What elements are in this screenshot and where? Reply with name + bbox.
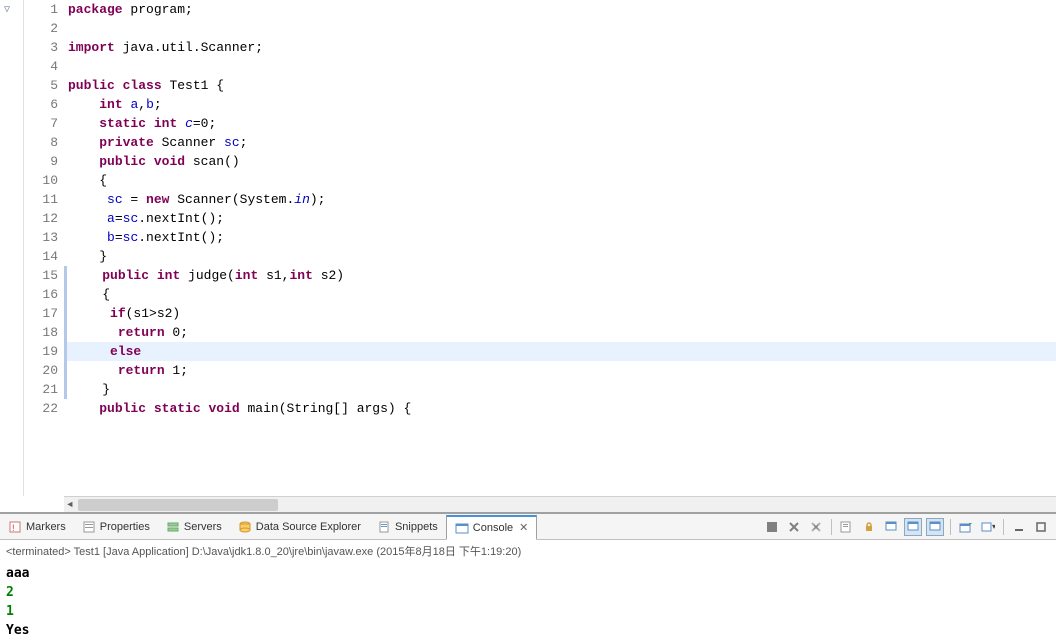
line-number: 15: [24, 266, 58, 285]
markers-icon: !: [8, 520, 22, 534]
line-number: 12: [24, 209, 58, 228]
tab-servers[interactable]: Servers: [158, 514, 230, 539]
close-icon[interactable]: ✕: [519, 521, 528, 534]
toolbar-separator: [950, 519, 951, 535]
code-line[interactable]: [64, 19, 1056, 38]
line-number: 18: [24, 323, 58, 342]
tab-markers[interactable]: ! Markers: [0, 514, 74, 539]
console-toolbar: ▾: [763, 518, 1056, 536]
line-number: 3: [24, 38, 58, 57]
tab-snippets[interactable]: Snippets: [369, 514, 446, 539]
scroll-left-arrow-icon[interactable]: ◄: [64, 499, 76, 511]
line-number: 10: [24, 171, 58, 190]
line-number: 8: [24, 133, 58, 152]
line-number: 19: [24, 342, 58, 361]
code-line[interactable]: if(s1>s2): [64, 304, 1056, 323]
remove-all-terminated-icon[interactable]: [807, 518, 825, 536]
horizontal-scrollbar[interactable]: ◄: [64, 496, 1056, 512]
console-status-line: <terminated> Test1 [Java Application] D:…: [0, 540, 1056, 562]
editor-area: ▽ 12345678910111213141516171819202122 pa…: [0, 0, 1056, 496]
line-number: 21: [24, 380, 58, 399]
code-area: 12345678910111213141516171819202122 pack…: [24, 0, 1056, 496]
svg-text:▾: ▾: [992, 522, 995, 531]
show-console-on-output-icon[interactable]: [926, 518, 944, 536]
properties-icon: [82, 520, 96, 534]
remove-launch-icon[interactable]: [763, 518, 781, 536]
line-number: 9: [24, 152, 58, 171]
code-line[interactable]: int a,b;: [64, 95, 1056, 114]
tab-label: Markers: [26, 521, 66, 533]
code-line[interactable]: public class Test1 {: [64, 76, 1056, 95]
tab-console[interactable]: Console ✕: [446, 515, 538, 540]
console-output[interactable]: aaa21Yes: [0, 562, 1056, 642]
console-line: 2: [6, 583, 1050, 602]
code-line[interactable]: return 1;: [64, 361, 1056, 380]
line-number: 2: [24, 19, 58, 38]
code-line[interactable]: public static void main(String[] args) {: [64, 399, 1056, 418]
clear-console-icon[interactable]: [838, 518, 856, 536]
line-number: 14: [24, 247, 58, 266]
maximize-icon[interactable]: [1032, 518, 1050, 536]
line-number: 13: [24, 228, 58, 247]
views-tabbar: ! Markers Properties Servers Data Source Exp…: [0, 514, 1056, 540]
code-line[interactable]: {: [64, 285, 1056, 304]
line-number: 6: [24, 95, 58, 114]
minimize-icon[interactable]: [1010, 518, 1028, 536]
toolbar-separator: [1003, 519, 1004, 535]
line-number: 1: [24, 0, 58, 19]
tab-properties[interactable]: Properties: [74, 514, 158, 539]
line-number: 20: [24, 361, 58, 380]
editor-left-margin: ▽: [0, 0, 24, 496]
code-line[interactable]: sc = new Scanner(System.in);: [64, 190, 1056, 209]
code-line[interactable]: }: [64, 380, 1056, 399]
snippets-icon: [377, 520, 391, 534]
dse-icon: [238, 520, 252, 534]
svg-text:!: !: [12, 523, 15, 533]
code-line[interactable]: }: [64, 247, 1056, 266]
line-number: 4: [24, 57, 58, 76]
open-console-icon[interactable]: [957, 518, 975, 536]
code-line[interactable]: b=sc.nextInt();: [64, 228, 1056, 247]
code-line[interactable]: return 0;: [64, 323, 1056, 342]
scrollbar-thumb[interactable]: [78, 499, 278, 511]
servers-icon: [166, 520, 180, 534]
console-line: Yes: [6, 621, 1050, 640]
code-line[interactable]: else: [64, 342, 1056, 361]
new-console-dropdown-icon[interactable]: ▾: [979, 518, 997, 536]
line-number: 5: [24, 76, 58, 95]
line-number: 11: [24, 190, 58, 209]
display-selected-console-icon[interactable]: [904, 518, 922, 536]
console-line: 1: [6, 602, 1050, 621]
tab-label: Console: [473, 522, 513, 534]
console-icon: [455, 521, 469, 535]
line-number-gutter: 12345678910111213141516171819202122: [24, 0, 64, 496]
code-line[interactable]: package program;: [64, 0, 1056, 19]
code-line[interactable]: public int judge(int s1,int s2): [64, 266, 1056, 285]
code-line[interactable]: import java.util.Scanner;: [64, 38, 1056, 57]
bottom-panel: ! Markers Properties Servers Data Source Exp…: [0, 512, 1056, 642]
line-number: 22: [24, 399, 58, 418]
remove-all-icon[interactable]: [785, 518, 803, 536]
code-line[interactable]: private Scanner sc;: [64, 133, 1056, 152]
tab-label: Data Source Explorer: [256, 521, 361, 533]
code-line[interactable]: [64, 57, 1056, 76]
tab-label: Servers: [184, 521, 222, 533]
code-content[interactable]: package program; import java.util.Scanner…: [64, 0, 1056, 496]
fold-triangle-icon[interactable]: ▽: [4, 4, 10, 16]
line-number: 16: [24, 285, 58, 304]
code-line[interactable]: static int c=0;: [64, 114, 1056, 133]
pin-console-icon[interactable]: [882, 518, 900, 536]
scroll-lock-icon[interactable]: [860, 518, 878, 536]
code-line[interactable]: {: [64, 171, 1056, 190]
tab-dse[interactable]: Data Source Explorer: [230, 514, 369, 539]
toolbar-separator: [831, 519, 832, 535]
code-line[interactable]: public void scan(): [64, 152, 1056, 171]
tab-label: Properties: [100, 521, 150, 533]
code-line[interactable]: a=sc.nextInt();: [64, 209, 1056, 228]
console-line: aaa: [6, 564, 1050, 583]
tab-label: Snippets: [395, 521, 438, 533]
line-number: 17: [24, 304, 58, 323]
line-number: 7: [24, 114, 58, 133]
